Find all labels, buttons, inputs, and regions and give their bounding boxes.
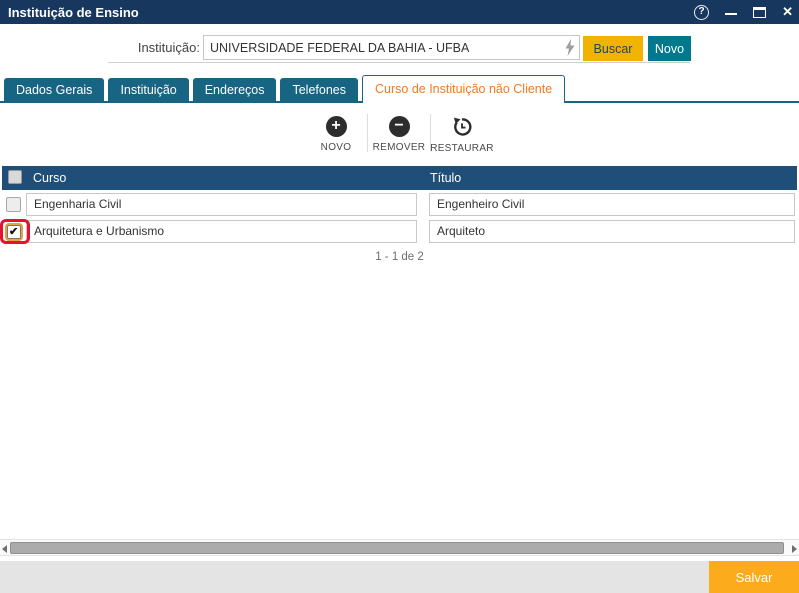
tab-curso-instituicao-nao-cliente[interactable]: Curso de Instituição não Cliente: [362, 75, 565, 103]
minus-circle-icon: −: [389, 116, 410, 137]
restaurar-toolbar-label: RESTAURAR: [430, 143, 494, 154]
course-toolbar: + NOVO − REMOVER RESTAURAR: [305, 112, 493, 154]
tab-bar: Dados Gerais Instituição Endereços Telef…: [4, 75, 569, 103]
institution-input[interactable]: [203, 35, 580, 60]
remover-toolbar-label: REMOVER: [373, 142, 426, 153]
help-icon[interactable]: ?: [694, 5, 709, 20]
curso-cell[interactable]: Engenharia Civil: [26, 193, 417, 216]
scrollbar-thumb[interactable]: [10, 542, 784, 554]
titulo-cell[interactable]: Engenheiro Civil: [429, 193, 795, 216]
select-all-checkbox[interactable]: [8, 170, 22, 184]
titlebar: Instituição de Ensino ? ✕: [0, 0, 799, 24]
novo-toolbar-button[interactable]: + NOVO: [305, 112, 367, 154]
salvar-button[interactable]: Salvar: [709, 561, 799, 593]
close-icon[interactable]: ✕: [782, 0, 793, 24]
row-checkbox[interactable]: [6, 197, 21, 212]
horizontal-scrollbar[interactable]: [0, 539, 799, 556]
institution-label: Instituição:: [138, 40, 200, 55]
remover-toolbar-button[interactable]: − REMOVER: [368, 112, 430, 154]
column-header-titulo: Título: [430, 166, 461, 190]
institution-dialog: Instituição de Ensino ? ✕ Instituição: B…: [0, 0, 799, 593]
table-row: Engenharia Civil Engenheiro Civil: [0, 191, 799, 218]
window-title: Instituição de Ensino: [0, 5, 139, 20]
novo-toolbar-label: NOVO: [321, 142, 352, 153]
maximize-icon[interactable]: [753, 7, 766, 18]
tab-dados-gerais[interactable]: Dados Gerais: [4, 78, 104, 103]
tab-enderecos[interactable]: Endereços: [193, 78, 277, 103]
table-header: Curso Título: [2, 166, 797, 190]
buscar-button[interactable]: Buscar: [583, 36, 643, 61]
tab-instituicao[interactable]: Instituição: [108, 78, 188, 103]
scroll-right-arrow[interactable]: [792, 545, 797, 553]
row-checkbox-checked[interactable]: [7, 225, 21, 239]
novo-button[interactable]: Novo: [648, 36, 691, 61]
restaurar-toolbar-button[interactable]: RESTAURAR: [431, 112, 493, 154]
titulo-cell[interactable]: Arquiteto: [429, 220, 795, 243]
pagination-text: 1 - 1 de 2: [0, 251, 799, 263]
table-row: Arquitetura e Urbanismo Arquiteto: [0, 218, 799, 245]
column-header-curso: Curso: [33, 166, 66, 190]
plus-circle-icon: +: [326, 116, 347, 137]
curso-cell[interactable]: Arquitetura e Urbanismo: [26, 220, 417, 243]
scroll-left-arrow[interactable]: [2, 545, 7, 553]
flash-icon: [563, 39, 577, 56]
tab-telefones[interactable]: Telefones: [280, 78, 358, 103]
minimize-icon[interactable]: [725, 13, 737, 15]
footer-bar: Salvar: [0, 561, 799, 593]
window-controls: ? ✕: [694, 0, 793, 24]
restore-icon: [451, 116, 473, 138]
separator-line: [108, 62, 690, 63]
